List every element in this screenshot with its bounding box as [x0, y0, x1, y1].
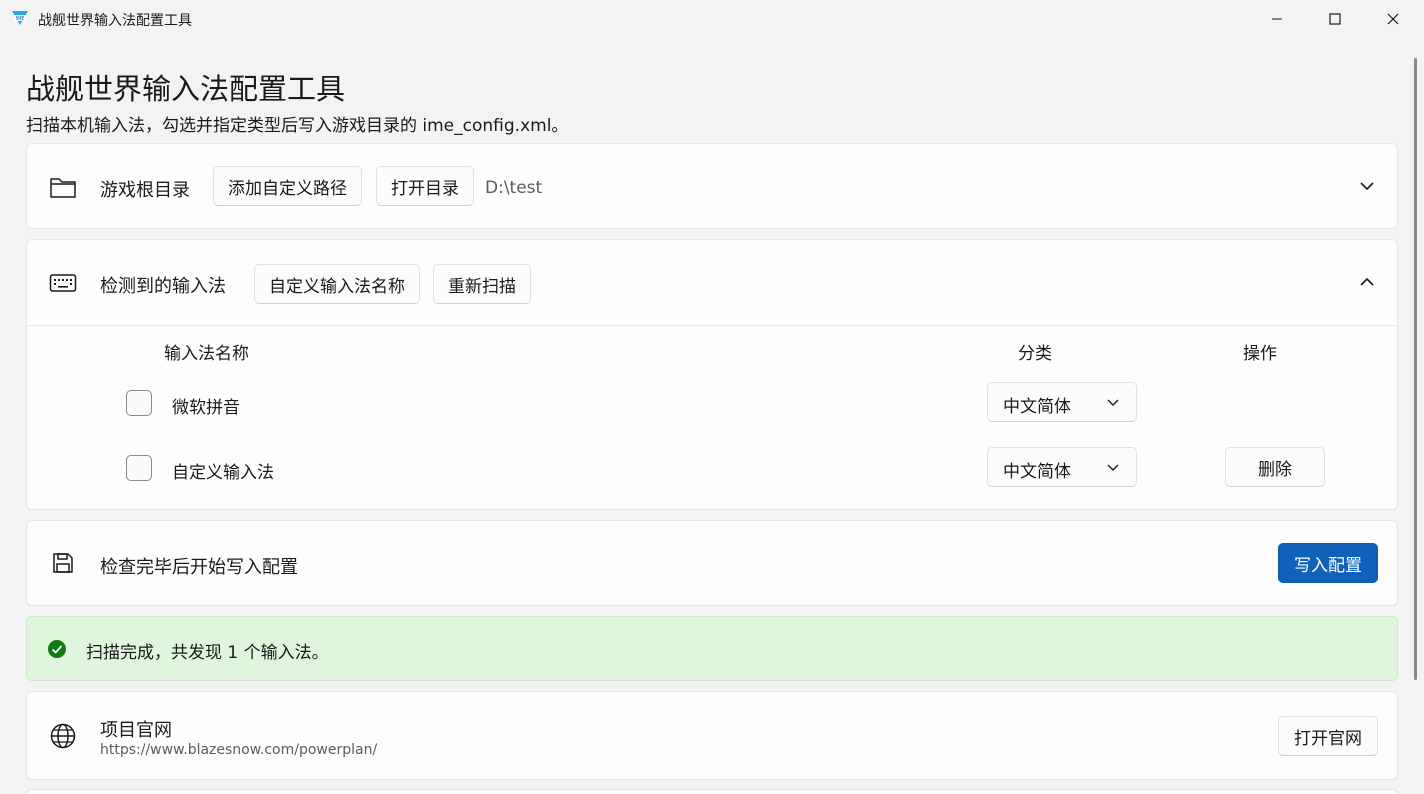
game-dir-card[interactable]: 游戏根目录 添加自定义路径 打开目录 D:\test — [26, 143, 1398, 229]
category-select[interactable]: 中文简体 — [987, 382, 1137, 422]
write-config-card: 检查完毕后开始写入配置 写入配置 — [26, 520, 1398, 606]
save-icon — [49, 549, 77, 577]
ime-checkbox[interactable] — [126, 390, 152, 416]
next-card-edge — [26, 789, 1398, 794]
category-select-value: 中文简体 — [1003, 462, 1071, 482]
write-config-button[interactable]: 写入配置 — [1278, 543, 1378, 583]
open-dir-button[interactable]: 打开目录 — [376, 166, 474, 206]
ime-list-label: 检测到的输入法 — [100, 276, 226, 297]
page-title: 战舰世界输入法配置工具 — [26, 72, 346, 106]
title-bar: IME 战舰世界输入法配置工具 — [0, 0, 1424, 38]
close-icon — [1387, 13, 1399, 25]
svg-text:IME: IME — [16, 16, 25, 22]
success-check-icon — [48, 640, 66, 658]
window-title: 战舰世界输入法配置工具 — [38, 13, 192, 29]
ime-logo-icon: IME — [12, 11, 28, 25]
column-header-name: 输入法名称 — [164, 344, 249, 364]
website-url: https://www.blazesnow.com/powerplan/ — [100, 742, 378, 758]
maximize-icon — [1329, 13, 1341, 25]
chevron-down-icon — [1107, 399, 1119, 406]
category-select[interactable]: 中文简体 — [987, 447, 1137, 487]
minimize-button[interactable] — [1248, 0, 1306, 38]
chevron-up-icon[interactable] — [1357, 272, 1377, 292]
chevron-down-icon[interactable] — [1357, 176, 1377, 196]
folder-icon — [49, 173, 77, 201]
ime-name: 微软拼音 — [172, 398, 240, 418]
column-header-category: 分类 — [1018, 344, 1052, 364]
chevron-down-icon — [1107, 464, 1119, 471]
custom-ime-name-button[interactable]: 自定义输入法名称 — [254, 264, 420, 304]
website-title: 项目官网 — [100, 720, 172, 741]
write-config-label: 检查完毕后开始写入配置 — [100, 557, 298, 578]
game-dir-label: 游戏根目录 — [100, 180, 190, 201]
status-message: 扫描完成，共发现 1 个输入法。 — [86, 643, 329, 663]
scrollbar[interactable] — [1414, 58, 1417, 680]
ime-list-card: 检测到的输入法 自定义输入法名称 重新扫描 输入法名称 分类 操作 微软拼音 中… — [26, 239, 1398, 510]
close-button[interactable] — [1364, 0, 1422, 38]
maximize-button[interactable] — [1306, 0, 1364, 38]
open-website-button[interactable]: 打开官网 — [1278, 716, 1378, 756]
status-bar: 扫描完成，共发现 1 个输入法。 — [26, 616, 1398, 681]
ime-name: 自定义输入法 — [172, 463, 274, 483]
column-header-action: 操作 — [1243, 344, 1277, 364]
ime-list-header[interactable]: 检测到的输入法 自定义输入法名称 重新扫描 — [27, 240, 1397, 326]
globe-icon — [49, 722, 77, 750]
game-dir-path: D:\test — [485, 178, 543, 198]
category-select-value: 中文简体 — [1003, 397, 1071, 417]
delete-button[interactable]: 删除 — [1225, 447, 1325, 487]
website-card: 项目官网 https://www.blazesnow.com/powerplan… — [26, 691, 1398, 780]
keyboard-icon — [49, 269, 77, 297]
rescan-button[interactable]: 重新扫描 — [433, 264, 531, 304]
minimize-icon — [1272, 18, 1282, 20]
ime-checkbox[interactable] — [126, 455, 152, 481]
add-custom-path-button[interactable]: 添加自定义路径 — [213, 166, 362, 206]
page-subtitle: 扫描本机输入法，勾选并指定类型后写入游戏目录的 ime_config.xml。 — [26, 116, 569, 136]
